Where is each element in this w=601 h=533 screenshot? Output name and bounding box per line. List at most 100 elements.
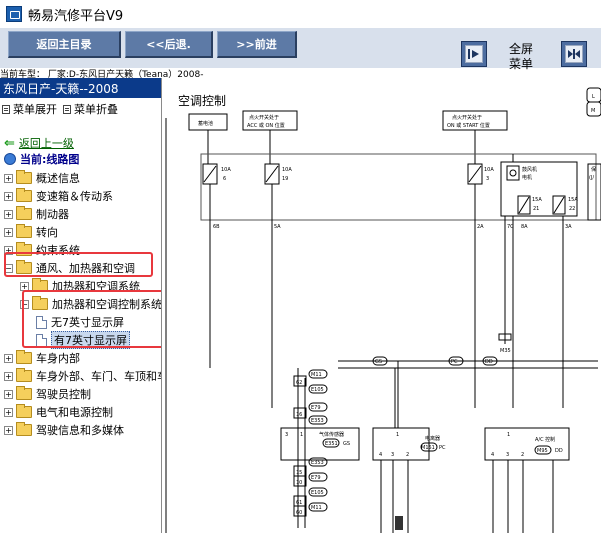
e105-label: E105 <box>311 387 324 393</box>
tree-item-label: 概述信息 <box>36 172 80 185</box>
protect-label-2: (J/ <box>589 175 594 181</box>
tree-item-label: 驾驶信息和多媒体 <box>36 424 124 437</box>
m11b-label: M11 <box>311 505 322 511</box>
navigation-panel: 东风日产-天籁--2008 菜单展开 菜单折叠 ⇐ 返回上一级 当前:线路图 +… <box>0 78 162 533</box>
start-label-1: 点火开关处于 <box>452 114 482 121</box>
tree-item[interactable]: + 转向 <box>4 223 58 241</box>
blower-label-1: 鼓风机 <box>522 166 537 173</box>
tree-item[interactable]: + 概述信息 <box>4 169 80 187</box>
expand-icon[interactable]: + <box>4 425 13 435</box>
dd-label: DD <box>485 359 493 365</box>
folder-icon <box>16 404 32 418</box>
folder-icon <box>16 368 32 382</box>
home-button[interactable]: 返回主目录 <box>8 31 121 58</box>
folder-icon <box>16 170 32 184</box>
expand-icon[interactable]: + <box>4 371 13 381</box>
pin-3c: 3 <box>506 452 509 458</box>
tree-item[interactable]: + 驾驶信息和多媒体 <box>4 421 124 439</box>
expand-icon[interactable]: + <box>4 191 13 201</box>
current-location: 当前:线路图 <box>4 150 79 168</box>
pin-2: 2 <box>406 452 409 458</box>
tree-item-label: 转向 <box>36 226 58 239</box>
menu-collapse-button[interactable]: 菜单折叠 <box>63 101 118 117</box>
blower-label-2: 电机 <box>522 174 532 181</box>
tree-item[interactable]: + 电气和电源控制 <box>4 403 113 421</box>
expand-icon[interactable]: + <box>4 209 13 219</box>
m11-label: M11 <box>311 372 322 378</box>
tree-item[interactable]: + 车身内部 <box>4 349 80 367</box>
e79-label: E79 <box>311 405 321 411</box>
folder-icon <box>16 386 32 400</box>
gs-label: GS <box>375 359 382 365</box>
tree-item-label: 变速箱＆传动系 <box>36 190 113 203</box>
current-location-label: 当前:线路图 <box>20 153 80 166</box>
window-title: 畅易汽修平台V9 <box>28 8 124 24</box>
menu-label[interactable]: 菜单 <box>505 55 537 72</box>
fuse3-rating: 10A <box>484 167 494 173</box>
e353-label: E353 <box>311 418 324 424</box>
expand-icon[interactable]: + <box>4 173 13 183</box>
expand-panel-button[interactable] <box>561 41 587 67</box>
pin-1: 1 <box>300 432 303 438</box>
wire-3a: 3A <box>565 224 572 230</box>
collapse-panel-button[interactable] <box>461 41 487 67</box>
wiring-diagram: 蓄电池 点火开关处于 ACC 或 ON 位置 点火开关处于 ON 或 START… <box>165 87 601 533</box>
pin-1c: 1 <box>507 432 510 438</box>
expand-icon[interactable]: + <box>4 407 13 417</box>
person-icon <box>4 153 16 165</box>
pin-4b: 4 <box>491 452 494 458</box>
title-bar: 畅易汽修平台V9 <box>0 0 601 28</box>
tree-item-label: 电气和电源控制 <box>36 406 113 419</box>
back-button[interactable]: <<后退. <box>125 31 213 58</box>
expand-icon[interactable]: + <box>4 353 13 363</box>
folder-icon <box>16 350 32 364</box>
acc-label-1: 点火开关处于 <box>249 114 279 121</box>
menu-collapse-label: 菜单折叠 <box>74 103 118 116</box>
tree-item-label: 驾驶员控制 <box>36 388 91 401</box>
tree-item[interactable]: + 驾驶员控制 <box>4 385 91 403</box>
condenser-label: 电离器 <box>425 435 440 442</box>
menu-expand-button[interactable]: 菜单展开 <box>2 101 57 117</box>
folder-icon <box>16 422 32 436</box>
fuse5-rating: 15A <box>568 197 578 203</box>
tree-item[interactable]: + 制动器 <box>4 205 69 223</box>
fuse2-number: 19 <box>282 176 288 182</box>
forward-button[interactable]: >>前进 <box>217 31 297 58</box>
pin-1b: 1 <box>396 432 399 438</box>
fuse1-rating: 10A <box>221 167 231 173</box>
fuse2-rating: 10A <box>282 167 292 173</box>
num-62: 62 <box>296 380 302 386</box>
folder-icon <box>16 224 32 238</box>
e79b-label: E79 <box>311 475 321 481</box>
e353b-label: E353 <box>311 460 324 466</box>
num-16: 16 <box>296 412 302 418</box>
expand-icon[interactable]: + <box>4 227 13 237</box>
app-icon <box>6 6 22 22</box>
m151-label: M151 <box>421 445 435 451</box>
e351-label: E351 <box>325 441 338 447</box>
side-m-label: M <box>591 108 595 114</box>
dd2-label: DD <box>555 448 563 454</box>
pc2-label: PC <box>439 445 446 451</box>
back-up-label: 返回上一级 <box>18 137 74 150</box>
tree-item[interactable]: + 变速箱＆传动系 <box>4 187 113 205</box>
battery-label: 蓄电池 <box>198 120 213 127</box>
arrow-right-icon <box>465 45 483 63</box>
tree-item-label: 车身外部、车门、车顶和车 <box>36 370 162 383</box>
gs2-label: GS <box>343 441 350 447</box>
e105b-label: E105 <box>311 490 324 496</box>
back-arrow-icon: ⇐ <box>4 135 15 151</box>
expand-icon[interactable]: + <box>4 389 13 399</box>
fuse5-number: 22 <box>569 206 575 212</box>
pc-label: PC <box>451 359 458 365</box>
pin-4: 4 <box>379 452 382 458</box>
side-l-label: L <box>592 94 595 100</box>
m35-label: M35 <box>500 348 511 354</box>
fuse4-number: 21 <box>533 206 539 212</box>
acc-label-2: ACC 或 ON 位置 <box>247 122 285 129</box>
wire-2a: 2A <box>477 224 484 230</box>
tree-item[interactable]: + 车身外部、车门、车顶和车 <box>4 367 162 385</box>
menu-toggles: 菜单展开 菜单折叠 <box>2 101 118 117</box>
ac-control-label: A/C 控制 <box>535 436 555 443</box>
wire-8a: 8A <box>521 224 528 230</box>
